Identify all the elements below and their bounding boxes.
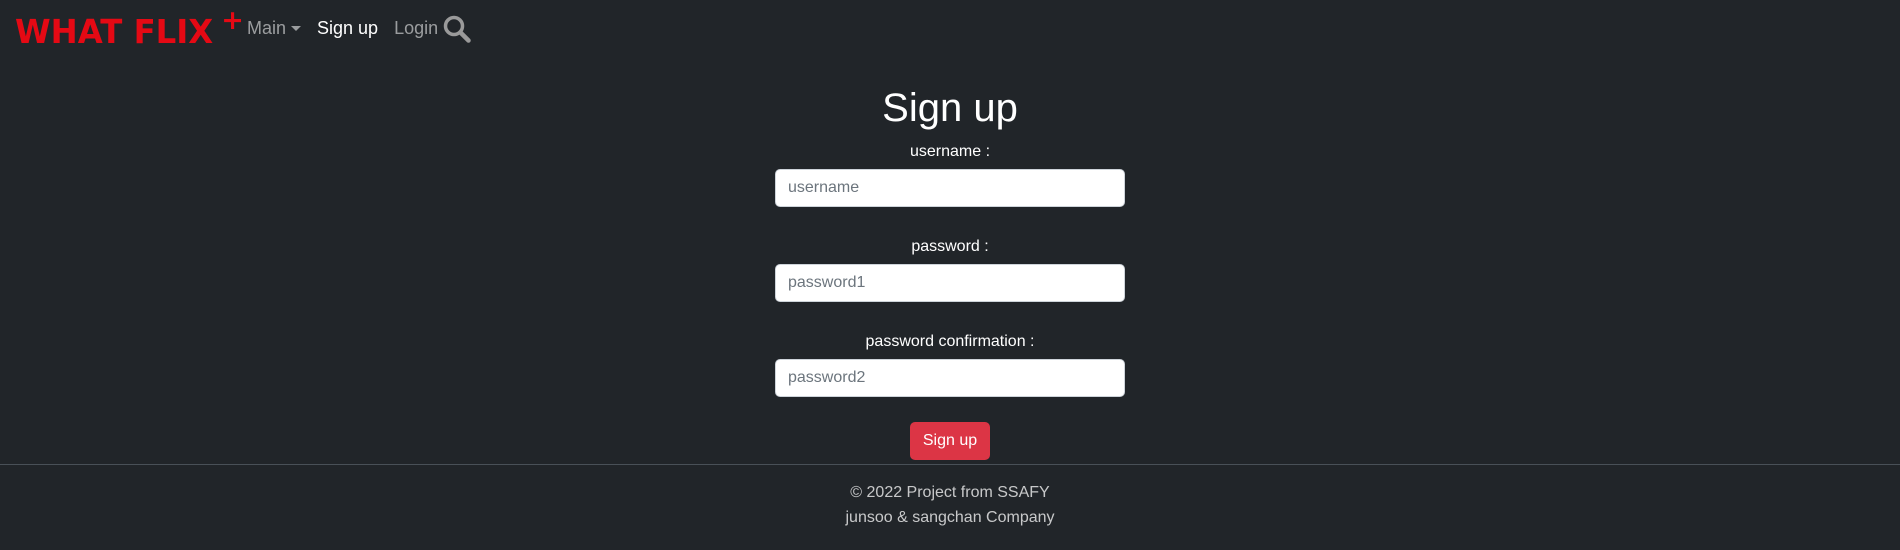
password-label: password : bbox=[911, 238, 989, 255]
brand-plus: + bbox=[221, 5, 244, 36]
password-input[interactable] bbox=[775, 264, 1125, 302]
brand-name: WHAT FLIX bbox=[15, 12, 214, 51]
nav-signup-link[interactable]: Sign up bbox=[317, 18, 378, 39]
navbar: WHAT FLIX + Main Sign up Login bbox=[0, 0, 1900, 58]
password-confirmation-group: password confirmation : bbox=[775, 332, 1125, 397]
username-input[interactable] bbox=[775, 169, 1125, 207]
footer: © 2022 Project from SSAFY junsoo & sangc… bbox=[0, 480, 1900, 530]
nav-links: Main Sign up Login bbox=[247, 18, 454, 39]
chevron-down-icon bbox=[291, 26, 302, 31]
signup-submit-button[interactable]: Sign up bbox=[909, 422, 991, 460]
search-icon bbox=[443, 15, 471, 43]
brand-logo[interactable]: WHAT FLIX + bbox=[15, 5, 244, 54]
footer-company: junsoo & sangchan Company bbox=[845, 509, 1055, 526]
page-title: Sign up bbox=[882, 86, 1018, 130]
username-group: username : bbox=[775, 142, 1125, 207]
footer-divider bbox=[0, 464, 1900, 465]
nav-main-dropdown[interactable]: Main bbox=[247, 18, 302, 39]
nav-main-label: Main bbox=[247, 18, 287, 38]
nav-login-link[interactable]: Login bbox=[394, 18, 438, 39]
signup-form: username : password : password confirmat… bbox=[0, 142, 1900, 460]
signup-main: Sign up username : password : password c… bbox=[0, 80, 1900, 460]
footer-copyright: © 2022 Project from SSAFY bbox=[850, 484, 1050, 501]
password-group: password : bbox=[775, 237, 1125, 302]
username-label: username : bbox=[909, 143, 991, 160]
password-confirmation-input[interactable] bbox=[775, 359, 1125, 397]
search-button[interactable] bbox=[442, 14, 472, 44]
password-confirmation-label: password confirmation : bbox=[865, 333, 1035, 350]
